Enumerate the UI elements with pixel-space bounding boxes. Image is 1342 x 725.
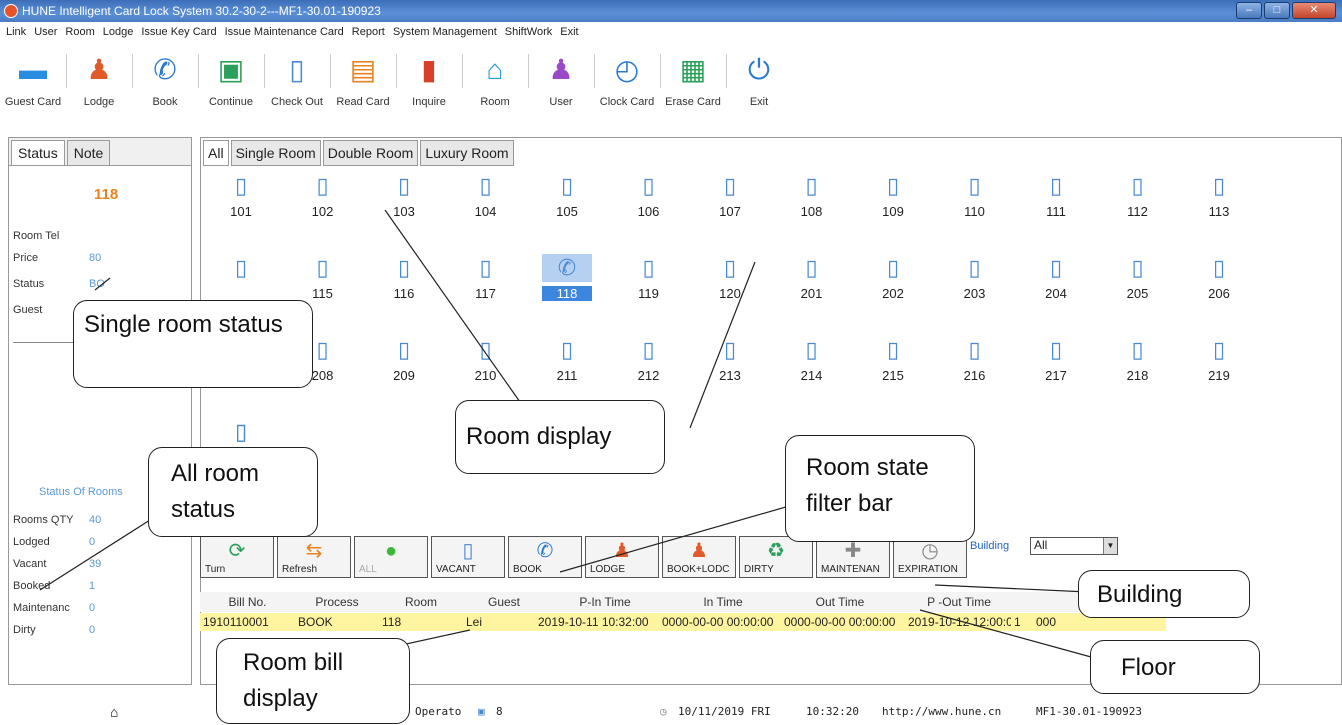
callout-room-bill-display: Room bill display — [216, 638, 410, 724]
pointer-line — [689, 261, 756, 429]
pointer-line — [919, 609, 1103, 661]
callout-single-room-status: Single room status — [73, 300, 313, 388]
pointer-line — [384, 209, 521, 403]
callout-building: Building — [1078, 570, 1250, 618]
callout-room-display: Room display — [455, 400, 665, 474]
callout-all-room-status: All room status — [148, 447, 318, 537]
pointer-line — [559, 499, 811, 573]
callout-room-state-filter-bar: Room state filter bar — [785, 435, 975, 542]
pointer-line — [934, 584, 1089, 593]
callout-floor: Floor — [1090, 640, 1260, 694]
pointer-line — [39, 519, 151, 591]
pointer-line — [94, 277, 111, 291]
